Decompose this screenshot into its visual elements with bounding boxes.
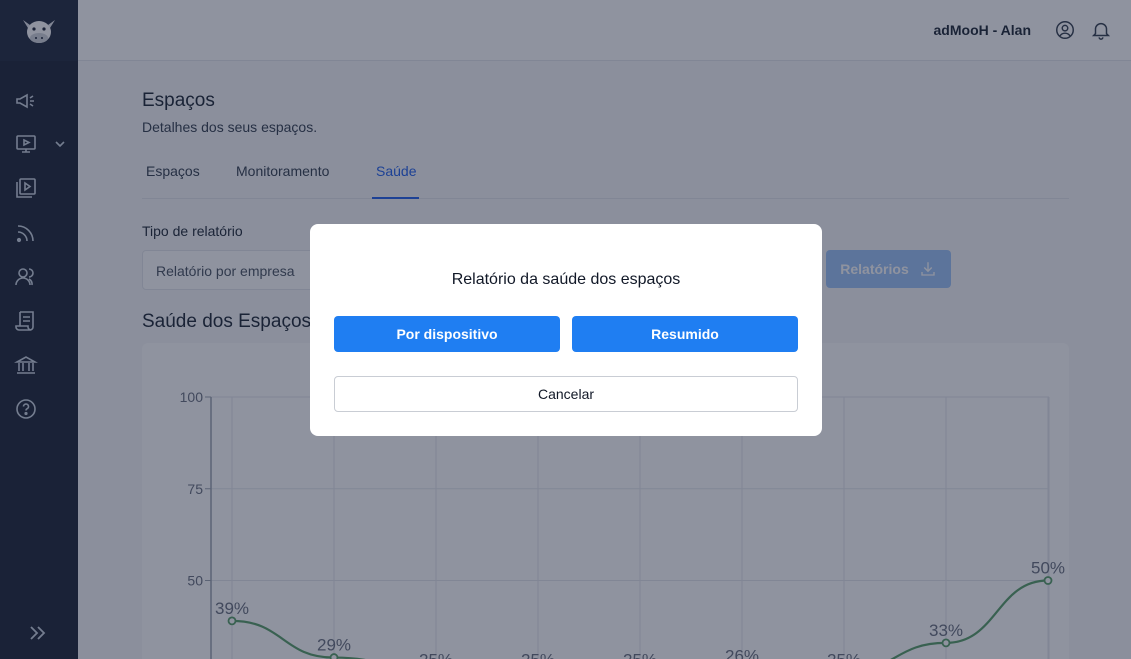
app-root: adMooH - Alan Espaços Detalhes dos seus …	[0, 0, 1131, 659]
by-device-button[interactable]: Por dispositivo	[334, 316, 560, 352]
summary-button[interactable]: Resumido	[572, 316, 798, 352]
modal-title: Relatório da saúde dos espaços	[451, 271, 681, 288]
health-report-modal: Relatório da saúde dos espaços Por dispo…	[310, 224, 822, 436]
cancel-button[interactable]: Cancelar	[334, 376, 798, 412]
